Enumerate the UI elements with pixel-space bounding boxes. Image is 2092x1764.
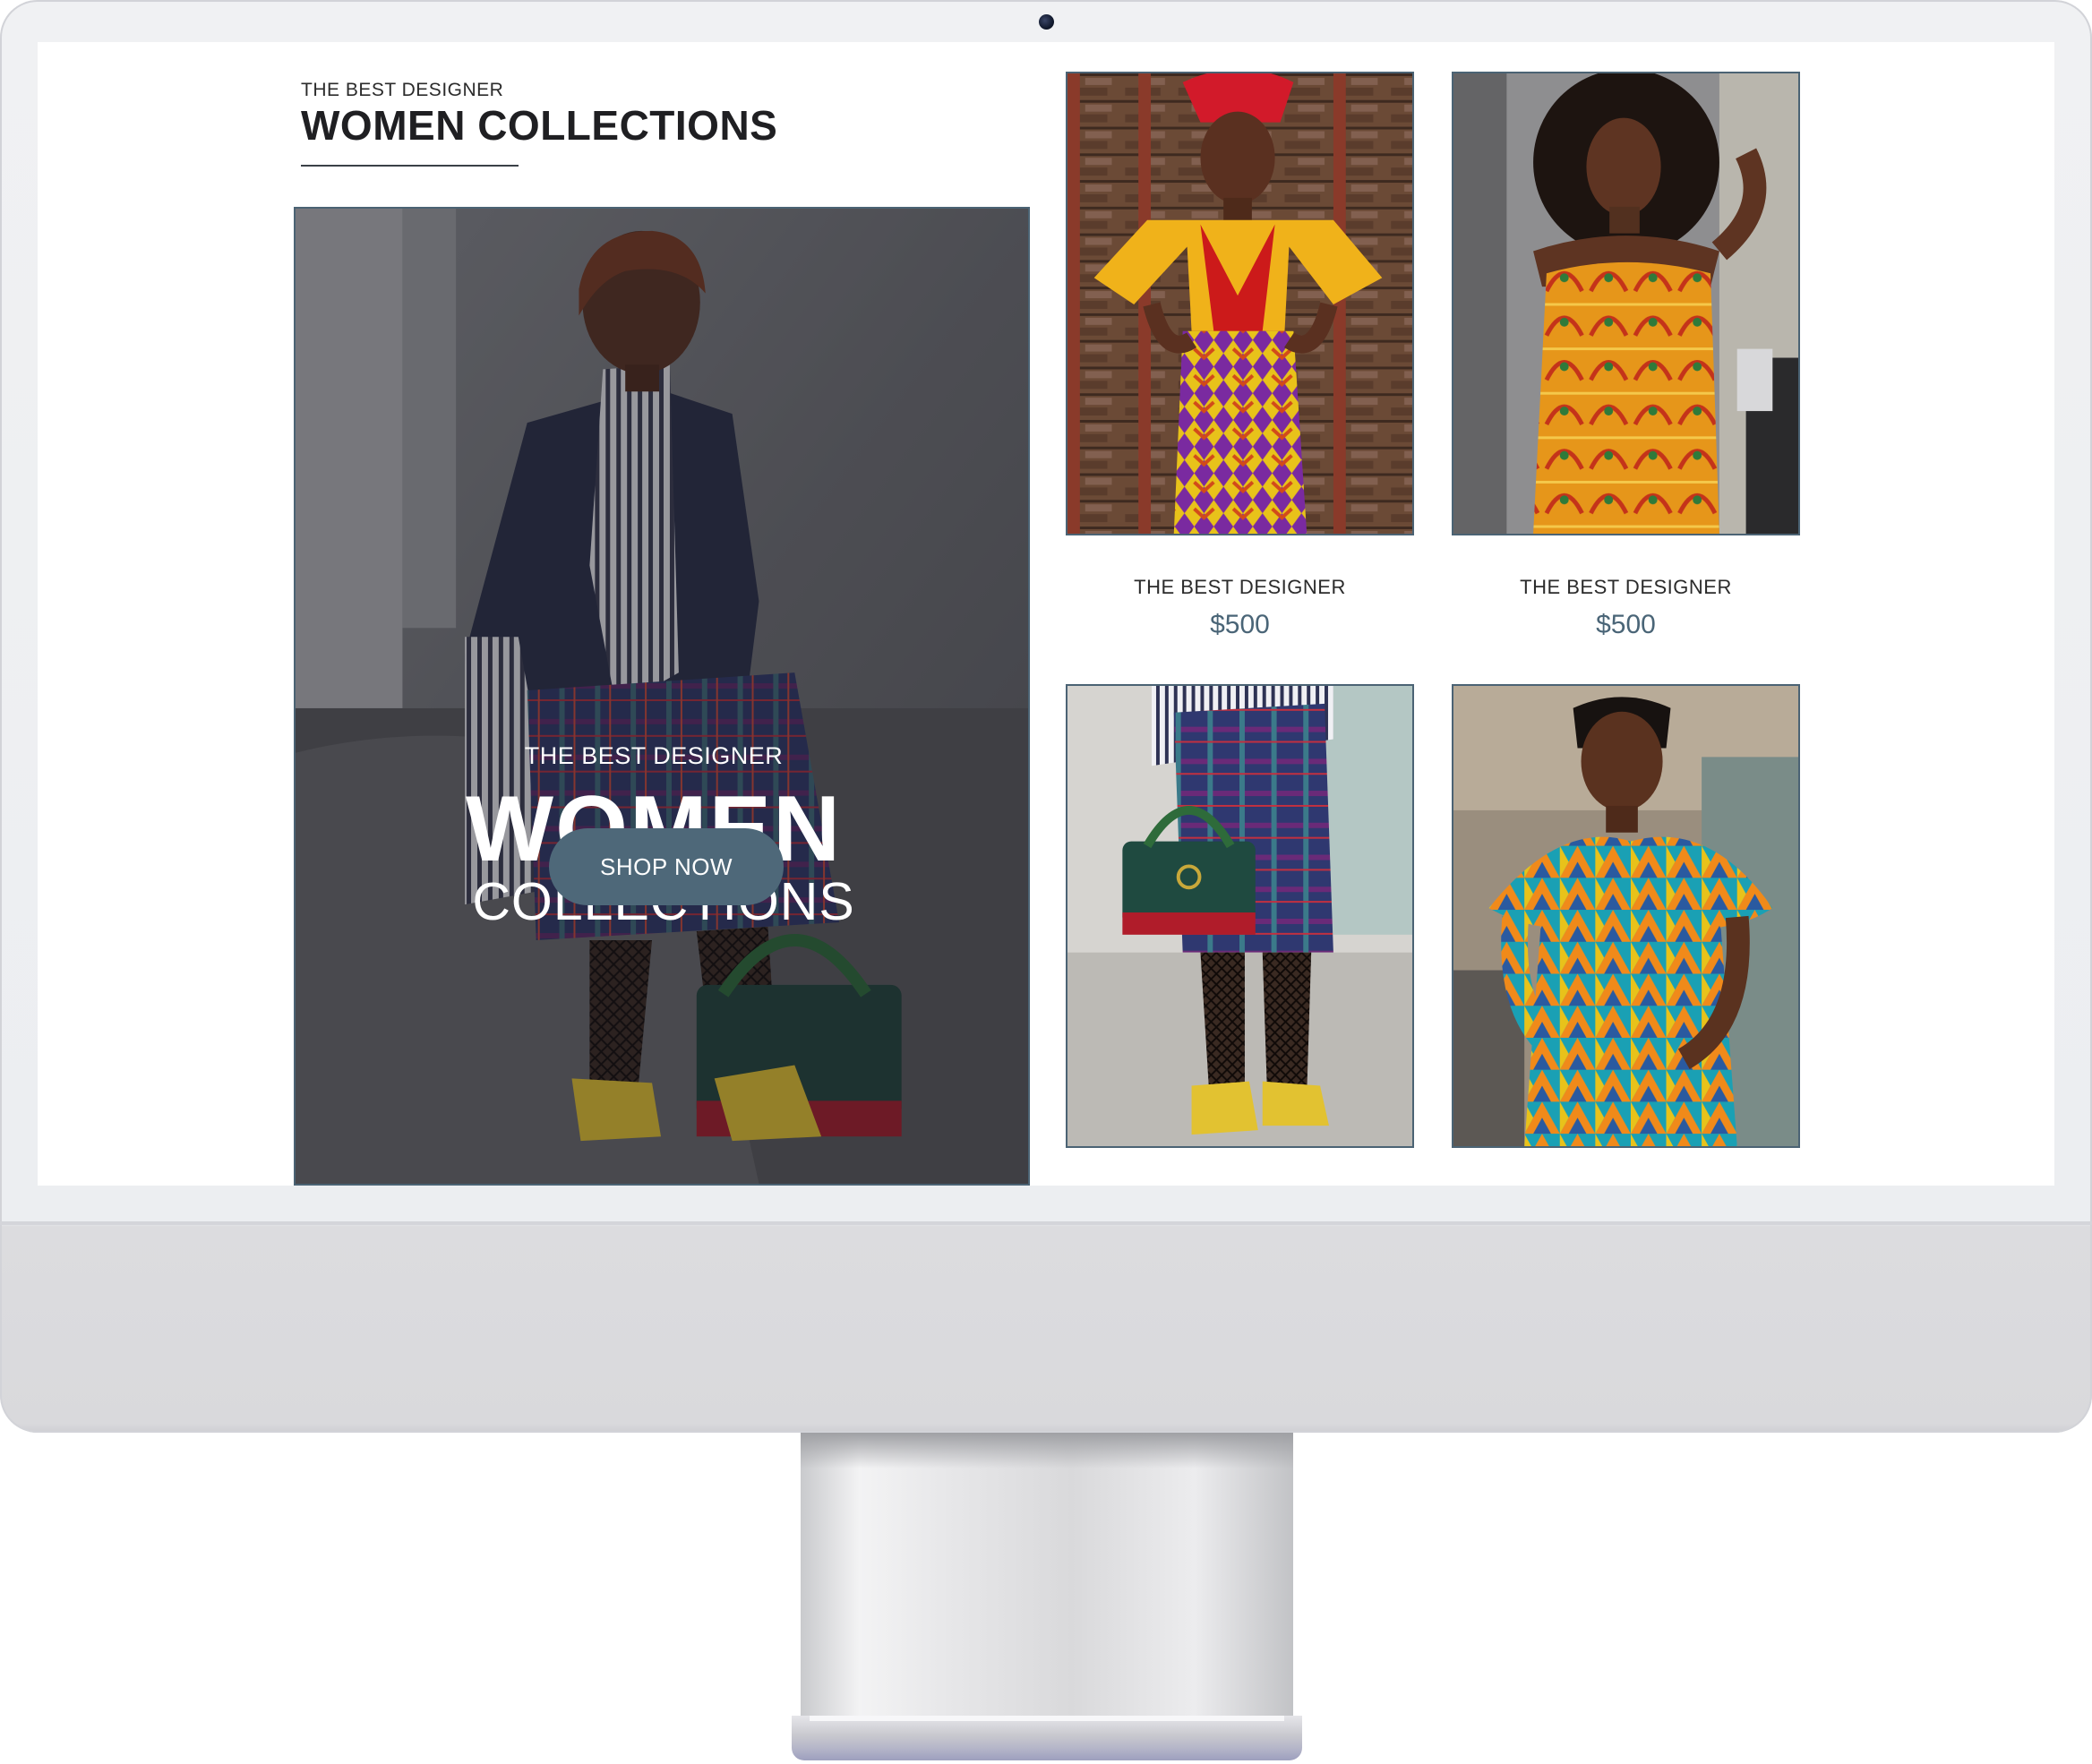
product-photo-3 (1067, 686, 1412, 1146)
title-underline (301, 165, 519, 167)
product-image-2[interactable] (1452, 72, 1800, 535)
monitor-stand-shadow (801, 1433, 1293, 1469)
hero-banner[interactable]: THE BEST DESIGNER WOMEN COLLECTIONS SHOP… (294, 207, 1030, 1186)
monitor-frame: THE BEST DESIGNER WOMEN COLLECTIONS THE … (0, 0, 2092, 1433)
product-image-4[interactable] (1452, 684, 1800, 1148)
monitor-stand-foot (792, 1716, 1302, 1760)
product-price-1: $500 (1210, 610, 1270, 639)
section-eyebrow: THE BEST DESIGNER (301, 80, 504, 100)
product-photo-1 (1067, 73, 1412, 534)
product-image-3[interactable] (1066, 684, 1414, 1148)
monitor-chin-divider (0, 1221, 2092, 1225)
section-title: WOMEN COLLECTIONS (301, 102, 778, 149)
product-price-2: $500 (1596, 610, 1656, 639)
product-name-1[interactable]: THE BEST DESIGNER (1066, 576, 1414, 599)
webcam-icon (1039, 14, 1054, 30)
product-name-2[interactable]: THE BEST DESIGNER (1452, 576, 1800, 599)
monitor-stand-neck (801, 1433, 1293, 1719)
screen: THE BEST DESIGNER WOMEN COLLECTIONS THE … (38, 42, 2054, 1186)
product-image-1[interactable] (1066, 72, 1414, 535)
shop-now-button[interactable]: SHOP NOW (549, 828, 784, 905)
shop-now-button-wrap: SHOP NOW (296, 209, 1028, 1184)
product-photo-4 (1453, 686, 1798, 1146)
monitor-stand-highlight (810, 1716, 1284, 1721)
product-photo-2 (1453, 73, 1798, 534)
